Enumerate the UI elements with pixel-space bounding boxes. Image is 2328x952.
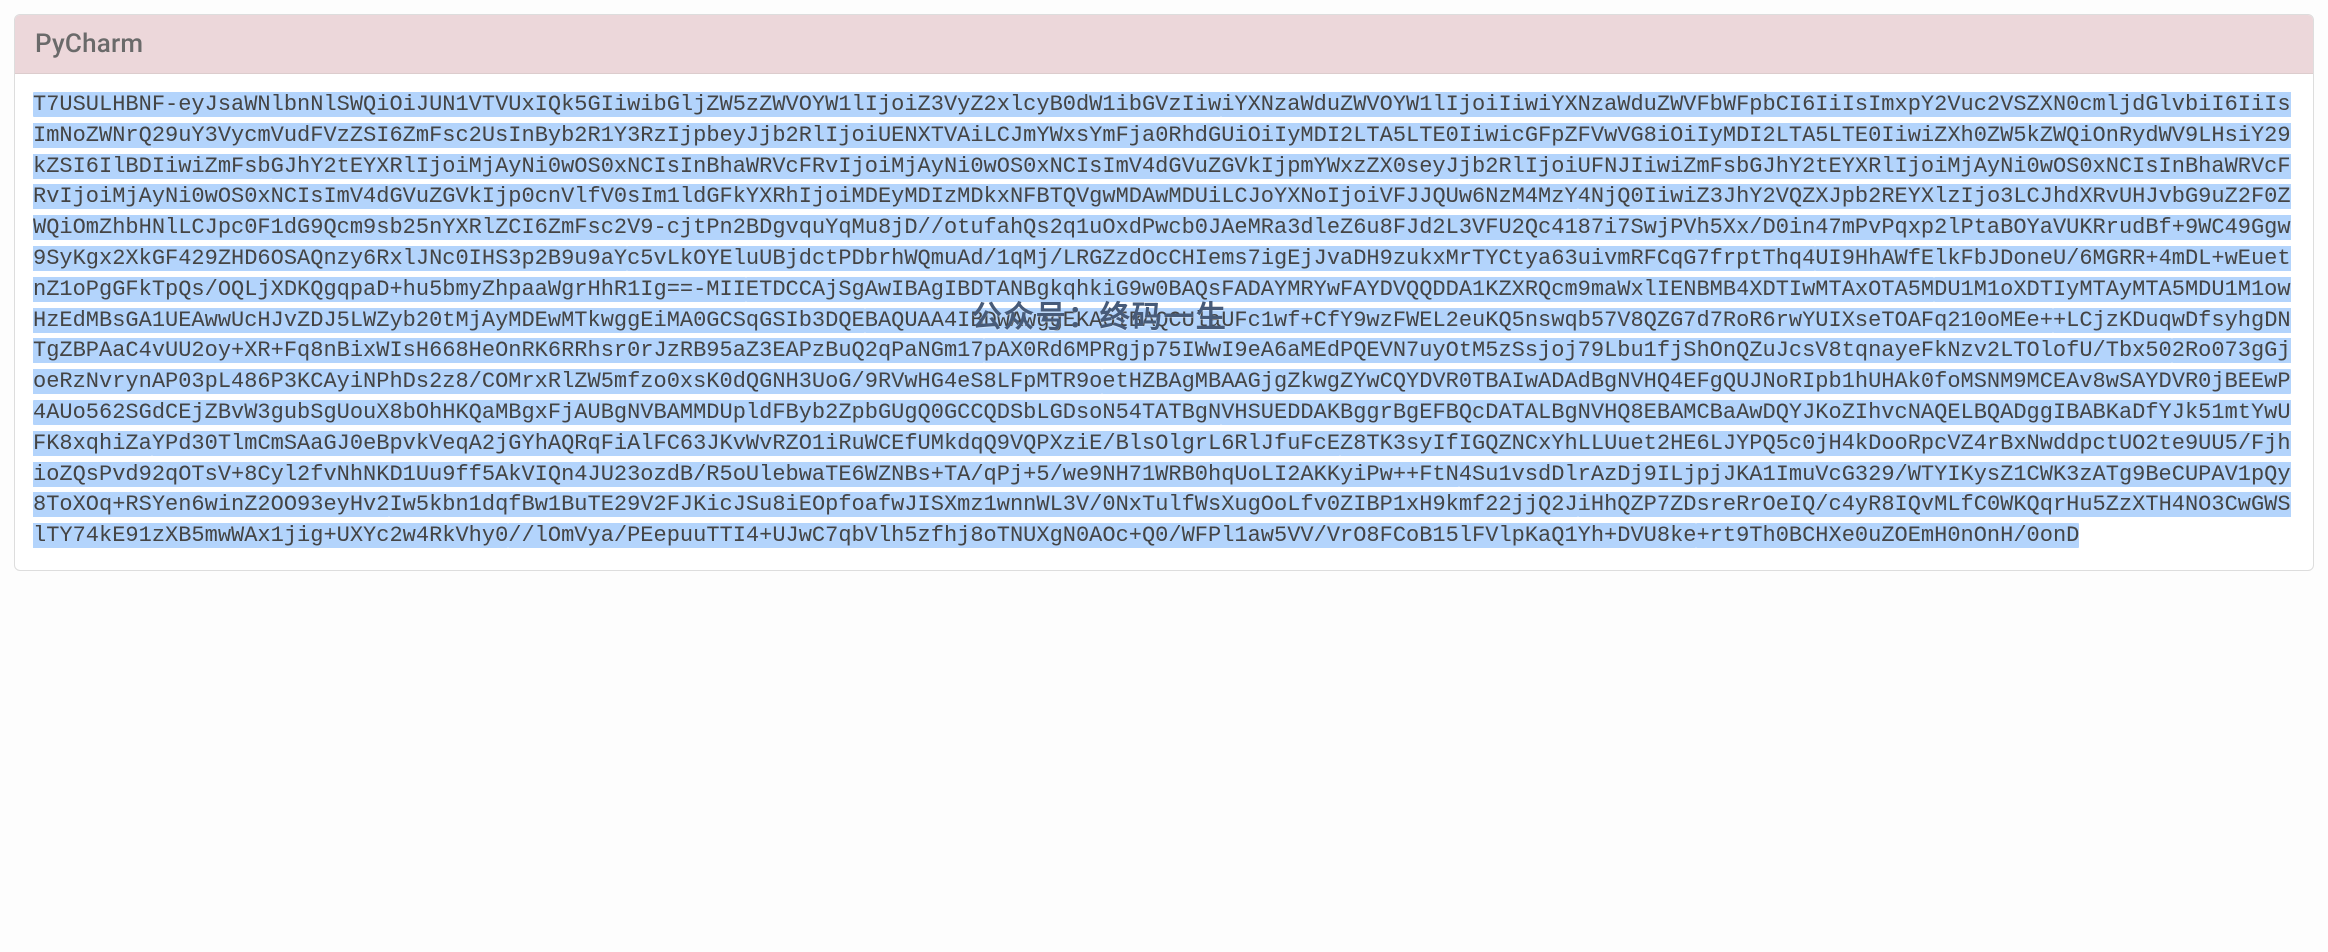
license-card: PyCharm 公众号：终码一生 T7USULHBNF-eyJsaWNlbnNl… xyxy=(14,14,2314,571)
card-title: PyCharm xyxy=(35,29,143,59)
license-segment: ETDCCAjSgAwIBAgIBDTANBgkqhkiG9w0BAQsFADA… xyxy=(746,277,1934,302)
license-segment: yl2fvNhNKD1Uu9ff5AkVIQn4JU23ozdB/R5oUleb… xyxy=(271,462,1459,487)
license-segment: pAX0Rd6MPRgjp75IWwI9eA6aMEdPQEVN7uyOtM5z… xyxy=(984,338,2172,363)
license-segment: YPd30TlmCmSAaGJ0eBpvkVeqA2jGYhAQRqFiAlFC… xyxy=(152,431,1340,456)
license-segment: BAQUAA4IBDwAwggEKAoIBAQCUlaUFc1wf+CfY9wz… xyxy=(865,308,2053,333)
license-segment: GVuZGVkIjp0cnVlfV0sIm1ldGFkYXRhIjoiMDEyM… xyxy=(389,184,1577,209)
license-code[interactable]: T7USULHBNF-eyJsaWNlbnNlSWQiOiJUN1VTVUxIQ… xyxy=(33,90,2295,552)
license-segment: CI6ZmFsc2V9-cjtPn2BDgvquYqMu8jD//otufahQ… xyxy=(508,215,1696,240)
license-segment: +rt9Th0BCHXe0uZOEmH0nOnH/0onD xyxy=(1696,523,2079,548)
card-header[interactable]: PyCharm xyxy=(15,15,2313,74)
license-segment: c5vLkOYEluUBjdctPDbrhWQmuAd/1qMj/LRGZzdO… xyxy=(627,246,1815,271)
license-segment: GJhY2tEYXRlIjoiMjAyNi0wOS0xNCIsInBhaWRVc… xyxy=(271,154,1459,179)
card-body: 公众号：终码一生 T7USULHBNF-eyJsaWNlbnNlSWQiOiJU… xyxy=(15,74,2313,570)
license-segment: T7USULHBNF-eyJsaWNlbnNlSWQiOiJUN1VTVUxIQ… xyxy=(33,92,1221,117)
license-segment: //lOmVya/PEepuuTTI4+UJwC7qbVlh5zfhj8oTNU… xyxy=(508,523,1696,548)
license-segment: Iw5kbn1dqfBw1BuTE29V2FJKicJSu8iEOpfoafwJ… xyxy=(389,492,1577,517)
license-segment: etHZBAgMBAAGjgZkwgZYwCQYDVR0TBAIwADAdBgN… xyxy=(1102,369,2290,394)
license-segment: 4AUo562SGdCEjZBvW3gubSgUouX8bOhHKQaMBgxF… xyxy=(33,400,1221,425)
license-segment: 29uY3VycmVudFVzZSI6ZmFsc2UsInByb2R1Y3RzI… xyxy=(152,123,1340,148)
